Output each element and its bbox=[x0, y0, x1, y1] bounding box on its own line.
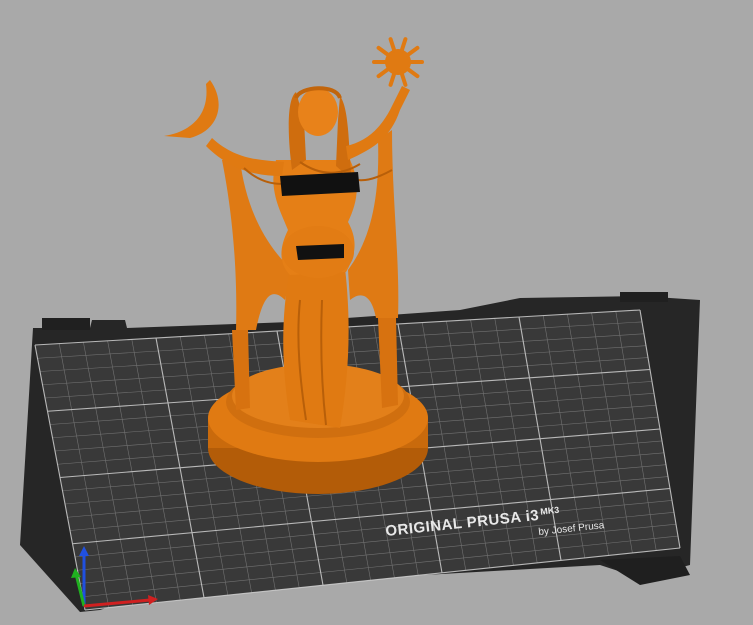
model-right-arm bbox=[346, 86, 410, 160]
bed-brand-mk: MK3 bbox=[540, 505, 560, 517]
bed-tab-right bbox=[620, 292, 668, 302]
model-left-arm bbox=[206, 138, 284, 176]
sun-ray bbox=[388, 71, 397, 87]
bed-tab-bottom bbox=[600, 556, 690, 585]
sun-ray bbox=[376, 45, 391, 57]
censor-bar-hips bbox=[296, 244, 344, 260]
censor-bar-chest bbox=[280, 172, 360, 196]
model-sun bbox=[372, 37, 424, 87]
model-head bbox=[298, 88, 338, 136]
bed-tab-left bbox=[42, 318, 90, 330]
model-robe bbox=[283, 268, 349, 428]
sun-ray bbox=[399, 71, 408, 87]
sun-ray bbox=[388, 37, 397, 53]
sun-ray bbox=[405, 67, 420, 79]
model-right-drape bbox=[348, 130, 399, 318]
3d-viewport[interactable]: ORIGINAL PRUSA i3 MK3 by Josef Prusa bbox=[0, 0, 753, 625]
model-moon bbox=[164, 80, 219, 138]
sun-ray bbox=[399, 37, 408, 53]
sun-ray bbox=[376, 67, 391, 79]
sun-ray bbox=[405, 45, 420, 57]
